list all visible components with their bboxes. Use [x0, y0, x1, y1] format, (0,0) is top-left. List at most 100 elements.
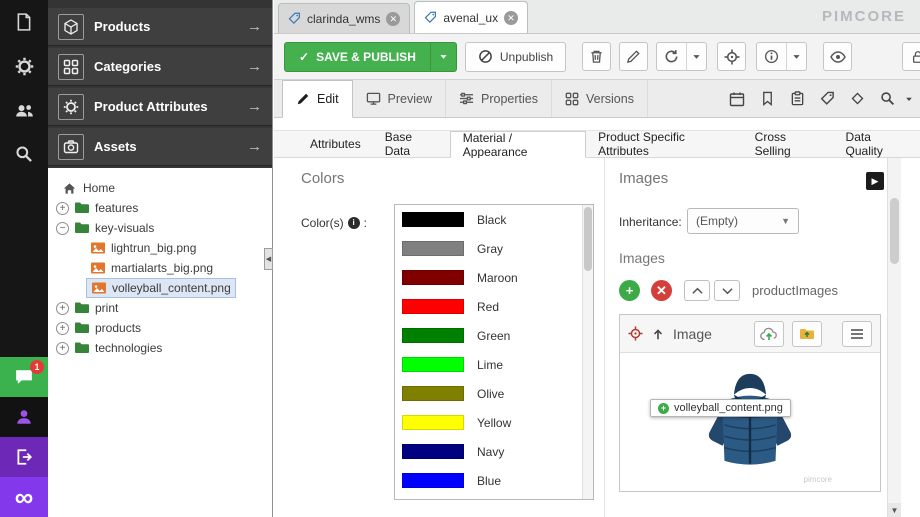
settings-button[interactable]: [0, 44, 48, 88]
pencil-icon: [296, 92, 310, 106]
preview-eye-button[interactable]: [823, 42, 852, 71]
locate-crosshair-icon[interactable]: [628, 326, 643, 341]
file-button[interactable]: [0, 0, 48, 44]
tree-item-volleyball-selected[interactable]: volleyball_content.png: [48, 278, 272, 298]
images-panel-scrollbar[interactable]: ▼: [887, 158, 901, 517]
upload-from-computer-button[interactable]: [754, 321, 784, 347]
add-image-button[interactable]: +: [619, 280, 640, 301]
subtab-cross-selling[interactable]: Cross Selling: [743, 131, 834, 157]
subtab-data-quality[interactable]: Data Quality: [834, 131, 920, 157]
reload-button[interactable]: [657, 43, 686, 70]
collapse-minus-icon[interactable]: −: [56, 222, 69, 235]
upload-arrow-icon[interactable]: [651, 327, 665, 341]
inheritance-dropdown[interactable]: (Empty) ▼: [687, 208, 799, 234]
expand-plus-icon[interactable]: +: [56, 342, 69, 355]
menu-button[interactable]: [842, 321, 872, 347]
color-option[interactable]: Navy: [395, 437, 593, 466]
image-watermark: pimcore: [804, 475, 832, 484]
select-from-assets-button[interactable]: [792, 321, 822, 347]
save-publish-button[interactable]: ✓ SAVE & PUBLISH: [284, 42, 457, 72]
schedule-button[interactable]: [722, 80, 752, 118]
color-option[interactable]: Olive: [395, 379, 593, 408]
scroll-down-arrow[interactable]: ▼: [888, 503, 901, 517]
info-options-caret[interactable]: [786, 43, 806, 70]
doc-tab-avenal[interactable]: avenal_ux ✕: [414, 1, 528, 33]
locate-in-tree-button[interactable]: [717, 42, 746, 71]
image-preview-area[interactable]: + volleyball_content.png pimcore: [620, 353, 880, 492]
editor-tabbar: Edit Preview Properties Versions: [274, 80, 920, 118]
color-option-label: Gray: [477, 242, 503, 256]
doc-tab-clarinda[interactable]: clarinda_wms ✕: [278, 3, 410, 33]
clipped-toolbar-button[interactable]: [902, 42, 920, 71]
close-icon[interactable]: ✕: [504, 11, 518, 25]
remove-image-button[interactable]: ✕: [651, 280, 672, 301]
color-option[interactable]: Gray: [395, 234, 593, 263]
bookmark-button[interactable]: [752, 80, 782, 118]
tab-preview[interactable]: Preview: [353, 80, 446, 117]
logout-button[interactable]: [0, 437, 48, 477]
arrow-right-icon: →: [247, 98, 262, 115]
rename-button[interactable]: [619, 42, 648, 71]
sidebar-collapse-handle[interactable]: ◀: [264, 248, 273, 270]
tab-edit[interactable]: Edit: [282, 80, 353, 118]
scrollbar-thumb[interactable]: [890, 198, 899, 264]
color-multiselect-list[interactable]: Black Gray Maroon Red Green Lime Olive Y…: [394, 204, 594, 500]
color-option[interactable]: Maroon: [395, 263, 593, 292]
expand-plus-icon[interactable]: +: [56, 302, 69, 315]
arrow-right-icon: →: [247, 138, 262, 155]
notifications-button[interactable]: 1: [0, 357, 48, 397]
close-icon[interactable]: ✕: [386, 12, 400, 26]
tree-item-key-visuals[interactable]: − key-visuals: [48, 218, 272, 238]
notes-button[interactable]: [782, 80, 812, 118]
expand-plus-icon[interactable]: +: [56, 322, 69, 335]
tab-properties[interactable]: Properties: [446, 80, 552, 117]
tree-item-home[interactable]: Home: [48, 178, 272, 198]
tree-item-martialarts[interactable]: martialarts_big.png: [48, 258, 272, 278]
expand-plus-icon[interactable]: +: [56, 202, 69, 215]
color-option[interactable]: Red: [395, 292, 593, 321]
tab-versions[interactable]: Versions: [552, 80, 648, 117]
edit-content: Colors Color(s) i : Black Gray Maroon Re…: [274, 158, 920, 517]
save-options-caret[interactable]: [430, 43, 456, 71]
users-button[interactable]: [0, 88, 48, 132]
image-file-icon: [90, 260, 106, 276]
color-option[interactable]: Lime: [395, 350, 593, 379]
folder-icon: [74, 300, 90, 316]
move-down-button[interactable]: [714, 280, 740, 301]
sidebar-panel-categories[interactable]: Categories →: [48, 48, 272, 86]
color-option[interactable]: Black: [395, 205, 593, 234]
folder-icon: [74, 320, 90, 336]
delete-button[interactable]: [582, 42, 611, 71]
sidebar-panel-product-attributes[interactable]: Product Attributes →: [48, 88, 272, 126]
profile-button[interactable]: [0, 397, 48, 437]
subtab-base-data[interactable]: Base Data: [373, 131, 450, 157]
tag-button[interactable]: [812, 80, 842, 118]
color-option[interactable]: Green: [395, 321, 593, 350]
search-in-object-button[interactable]: [872, 80, 902, 118]
tree-item-products[interactable]: + products: [48, 318, 272, 338]
panel-expand-button[interactable]: ▶: [866, 172, 884, 190]
info-button[interactable]: [757, 43, 786, 70]
workflow-button[interactable]: [842, 80, 872, 118]
reload-options-caret[interactable]: [686, 43, 706, 70]
tree-item-lightrun[interactable]: lightrun_big.png: [48, 238, 272, 258]
spacer: [274, 118, 920, 130]
tree-item-features[interactable]: + features: [48, 198, 272, 218]
subtab-product-specific[interactable]: Product Specific Attributes: [586, 131, 743, 157]
scrollbar-thumb[interactable]: [584, 207, 592, 271]
pimcore-logo-button[interactable]: ∞: [0, 477, 48, 517]
subtab-attributes[interactable]: Attributes: [298, 131, 373, 157]
color-option[interactable]: Blue: [395, 466, 593, 495]
sidebar-panel-products[interactable]: Products →: [48, 8, 272, 46]
unpublish-button[interactable]: Unpublish: [465, 42, 566, 72]
image-item-card: Image: [619, 314, 881, 492]
more-caret[interactable]: [902, 80, 916, 118]
search-button[interactable]: [0, 132, 48, 176]
move-up-button[interactable]: [684, 280, 710, 301]
tree-item-technologies[interactable]: + technologies: [48, 338, 272, 358]
subtab-material-appearance[interactable]: Material / Appearance: [450, 131, 586, 158]
sidebar-panel-assets[interactable]: Assets →: [48, 128, 272, 166]
color-list-scrollbar[interactable]: [582, 205, 593, 499]
color-option[interactable]: Yellow: [395, 408, 593, 437]
tree-item-print[interactable]: + print: [48, 298, 272, 318]
